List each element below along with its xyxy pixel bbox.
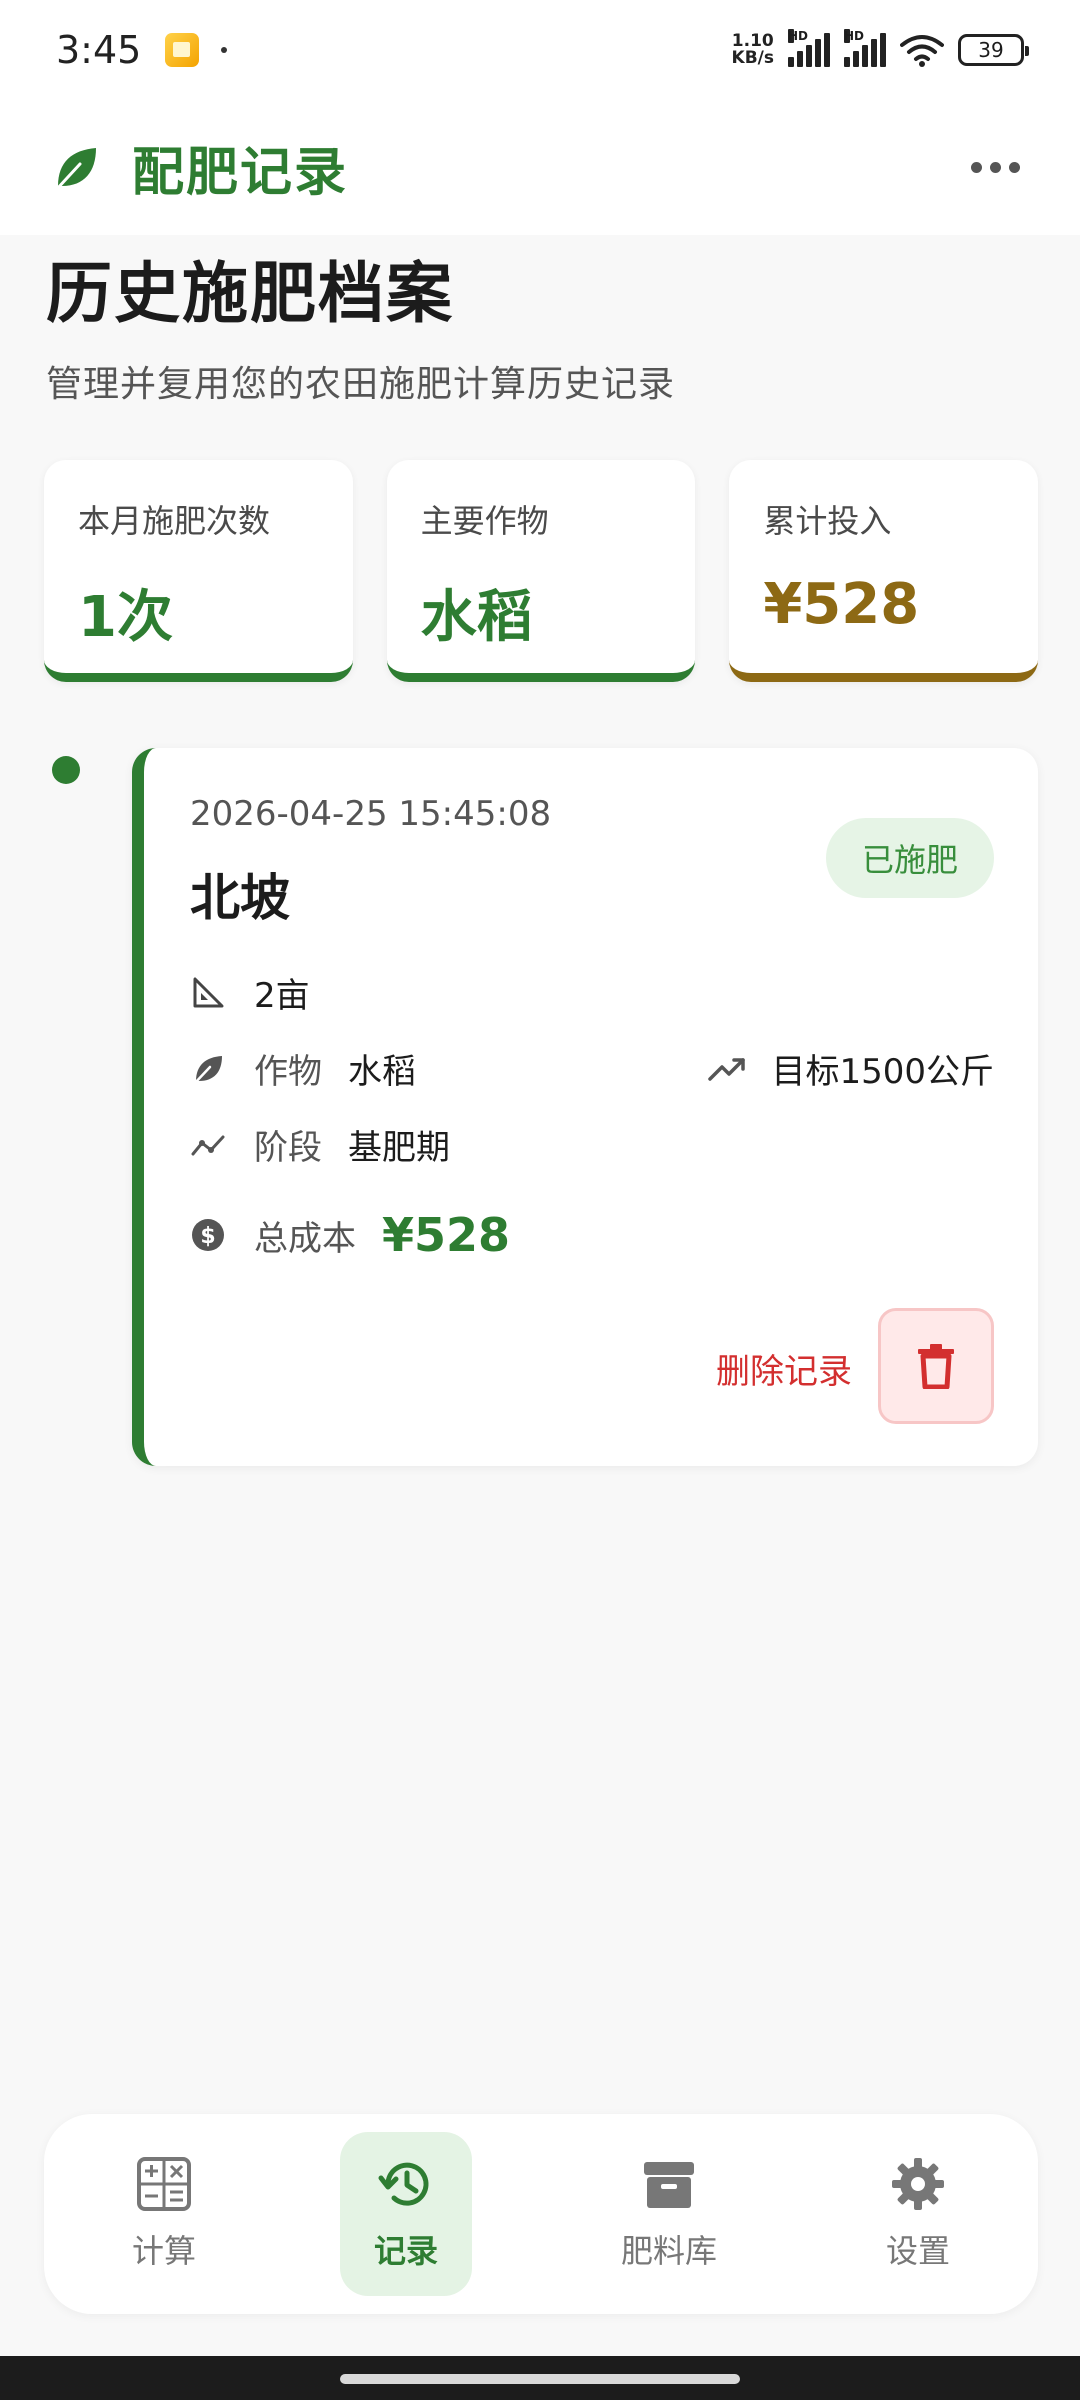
- delete-button[interactable]: [878, 1308, 994, 1424]
- svg-text:$: $: [200, 1224, 215, 1249]
- signal-hd-label: HD: [788, 29, 809, 43]
- archive-icon: [644, 2162, 694, 2208]
- signal-icon-2: HD: [844, 29, 886, 67]
- notification-dot-icon: [221, 47, 228, 53]
- record-target-row: 目标1500公斤: [707, 1044, 994, 1093]
- app-title: 配肥记录: [132, 143, 349, 203]
- stat-label: 主要作物: [420, 502, 549, 540]
- page-title: 历史施肥档案: [46, 255, 454, 332]
- gear-icon: [892, 2158, 944, 2210]
- screen: 3:45 1.10 KB/s HD HD 39 配肥记录 历史施肥档案 管理并复…: [0, 0, 1080, 2400]
- status-time: 3:45: [56, 28, 142, 72]
- record-area-row: 2亩: [190, 968, 310, 1017]
- app-bar: 配肥记录: [0, 100, 1080, 235]
- stat-label: 累计投入: [763, 502, 892, 540]
- stat-card-monthly-count: 本月施肥次数 1次: [44, 460, 353, 682]
- trash-icon: [918, 1344, 954, 1389]
- signal-icon-1: HD: [788, 29, 830, 67]
- nav-label: 记录: [373, 2232, 438, 2270]
- record-field-name: 北坡: [190, 869, 290, 927]
- signal-hd-label: HD: [844, 29, 865, 43]
- battery-icon: 39: [958, 34, 1029, 66]
- stat-value: 水稻: [420, 585, 533, 650]
- history-icon: [378, 2162, 429, 2206]
- more-horizontal-icon: [971, 162, 982, 173]
- stat-value: ¥528: [763, 572, 920, 637]
- status-badge: 已施肥: [826, 818, 994, 898]
- nav-item-records[interactable]: 记录: [340, 2132, 472, 2296]
- battery-level: 39: [978, 38, 1004, 62]
- home-gesture-handle[interactable]: [340, 2374, 740, 2384]
- page-subtitle: 管理并复用您的农田施肥计算历史记录: [46, 364, 676, 405]
- delete-record-link[interactable]: 删除记录: [716, 1344, 852, 1393]
- net-speed-unit: KB/s: [731, 48, 774, 68]
- leaf-icon: [192, 1055, 222, 1085]
- net-speed: 1.10 KB/s: [732, 33, 774, 67]
- record-stage-label: 阶段: [254, 1128, 322, 1168]
- leaf-icon: [54, 147, 96, 191]
- bottom-nav: 计算 记录 肥料库 设置: [44, 2114, 1038, 2314]
- nav-item-calculate[interactable]: 计算: [94, 2132, 234, 2296]
- record-stage-row: 阶段 基肥期: [190, 1120, 450, 1169]
- record-area: 2亩: [254, 976, 310, 1016]
- record-crop-label: 作物: [254, 1052, 322, 1092]
- record-date: 2026-04-25 15:45:08: [190, 794, 552, 834]
- stat-card-main-crop: 主要作物 水稻: [386, 460, 696, 682]
- record-cost-label: 总成本: [254, 1218, 356, 1259]
- status-bar: 3:45 1.10 KB/s HD HD 39: [0, 0, 1080, 100]
- stat-value: 1次: [78, 585, 173, 650]
- trending-up-icon: [708, 1057, 746, 1081]
- record-cost: ¥528: [382, 1208, 511, 1262]
- record-crop-row: 作物 水稻: [190, 1044, 416, 1093]
- dollar-circle-icon: $: [192, 1219, 224, 1251]
- ruler-triangle-icon: [193, 977, 224, 1007]
- stats-row: 本月施肥次数 1次 主要作物 水稻 累计投入 ¥528: [44, 460, 1039, 682]
- nav-item-fertilizer-library[interactable]: 肥料库: [584, 2132, 754, 2296]
- nav-item-settings[interactable]: 设置: [848, 2132, 988, 2296]
- record-cost-row: $ 总成本 ¥528: [190, 1208, 510, 1262]
- notification-app-icon: [165, 33, 200, 67]
- record-target: 目标1500公斤: [771, 1052, 994, 1092]
- timeline-icon: [191, 1135, 225, 1155]
- timeline-dot: [52, 756, 80, 784]
- record-card[interactable]: 2026-04-25 15:45:08 北坡 已施肥 2亩 作物 水稻 目标15…: [132, 748, 1038, 1466]
- record-crop: 水稻: [348, 1052, 416, 1092]
- stat-label: 本月施肥次数: [78, 502, 271, 540]
- record-stage: 基肥期: [348, 1128, 450, 1168]
- wifi-icon: [900, 35, 944, 67]
- nav-label: 设置: [885, 2232, 950, 2270]
- calculator-icon: [137, 2157, 191, 2211]
- nav-label: 计算: [131, 2232, 196, 2270]
- status-icons: 1.10 KB/s HD HD 39: [732, 29, 1029, 67]
- nav-label: 肥料库: [620, 2232, 717, 2270]
- stat-card-total-cost: 累计投入 ¥528: [729, 460, 1039, 682]
- more-options-button[interactable]: [961, 152, 1030, 183]
